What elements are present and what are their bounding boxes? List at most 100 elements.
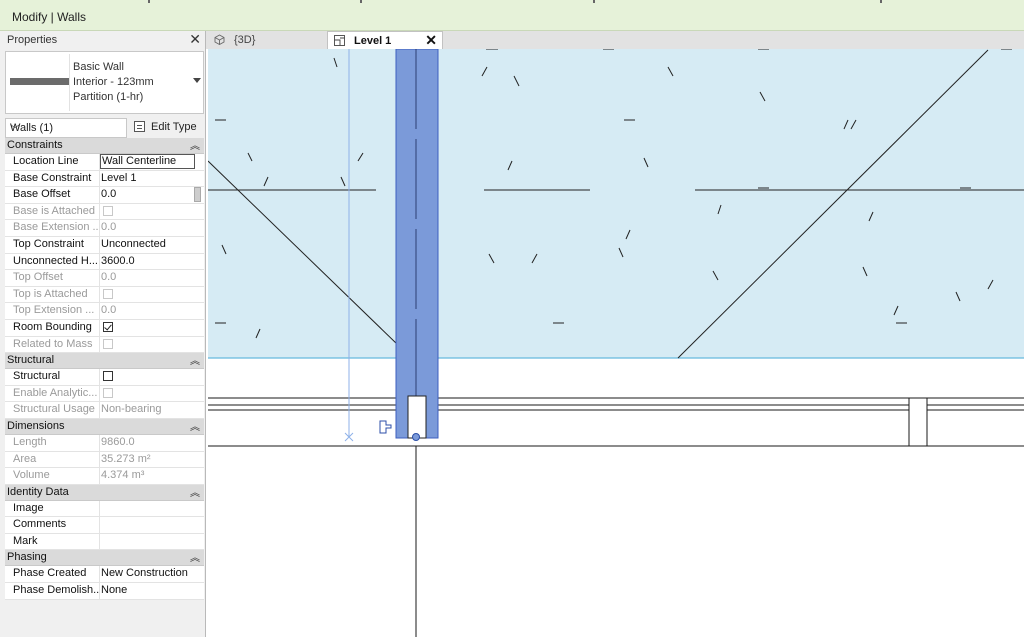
property-value: Non-bearing [101,403,162,416]
property-row[interactable]: Phase Created New Construction [5,566,204,584]
property-name: Area [13,452,37,465]
property-row[interactable]: Mark [5,533,204,551]
property-value[interactable]: None [101,584,197,596]
property-name: Top Extension ... [13,304,95,317]
property-row[interactable]: Unconnected H... 3600.0 [5,253,204,271]
property-value: 0.0 [101,271,117,284]
property-checkbox [103,288,113,299]
property-name: Top Offset [13,271,63,284]
section-title: Phasing [7,551,47,564]
3d-view-icon [214,34,225,45]
door-opening[interactable] [407,395,427,439]
property-value: 4.374 m³ [101,469,145,482]
property-row[interactable]: Base Offset 0.0 [5,187,204,204]
wall-end-grip[interactable] [412,433,420,441]
property-name: Volume [13,469,50,482]
wall-lines [208,397,1024,637]
property-name: Related to Mass [13,337,93,350]
property-value[interactable]: Wall Centerline [100,154,195,169]
flip-control-icon[interactable] [379,420,392,434]
properties-title: Properties [7,34,58,46]
property-name: Structural [13,370,61,383]
property-name: Phase Created [13,567,87,580]
property-name: Top Constraint [13,237,84,250]
type-description: Partition (1-hr) [73,91,144,103]
property-row: Volume 4.374 m³ [5,468,204,485]
property-name: Structural Usage [13,403,95,416]
floor-plan-icon [334,35,345,46]
close-icon[interactable]: ✕ [189,31,201,48]
room-fill [208,49,1024,358]
property-name: Enable Analytic... [13,386,98,399]
property-row: Related to Mass [5,336,204,354]
section-title: Constraints [7,139,63,151]
section-dimensions[interactable]: Dimensions ︽ [5,418,204,435]
property-value[interactable]: 3600.0 [101,255,197,267]
property-row[interactable]: Base Constraint Level 1 [5,170,204,188]
property-row: Top is Attached [5,286,204,304]
floor-plan-canvas[interactable] [208,49,1024,637]
property-value[interactable]: New Construction [101,567,197,579]
edit-type-icon [134,121,145,132]
property-row: Area 35.273 m² [5,451,204,469]
section-title: Identity Data [7,485,69,498]
edit-type-label: Edit Type [151,121,197,133]
section-identity-data[interactable]: Identity Data ︽ [5,484,204,501]
collapse-chevron-icon[interactable]: ︽ [190,484,200,499]
ribbon-tick-mark [880,0,882,3]
drawing-area[interactable] [208,49,1024,637]
ribbon-context-bar: Modify | Walls [0,0,1024,31]
property-checkbox[interactable] [103,321,113,332]
wall-type-preview-icon [9,54,70,111]
property-value: 0.0 [101,304,117,317]
properties-scrollbar-thumb[interactable] [194,187,201,202]
collapse-chevron-icon[interactable]: ︽ [190,549,200,564]
ribbon-tick-mark [593,0,595,3]
property-row[interactable]: Phase Demolish... None [5,583,204,600]
property-checkbox[interactable] [103,371,113,382]
edit-type-button[interactable]: Edit Type [130,118,204,138]
section-structural[interactable]: Structural ︽ [5,352,204,370]
tab-label: Level 1 [354,35,392,47]
tab-label: {3D} [234,34,256,46]
property-name: Base Offset [13,188,71,201]
property-value: 9860.0 [101,435,135,448]
section-phasing[interactable]: Phasing ︽ [5,549,204,567]
selected-wall[interactable] [395,49,439,439]
properties-filter-row: Walls (1) ﹀ Edit Type [5,118,204,138]
property-value[interactable]: Level 1 [101,172,197,184]
collapse-chevron-icon[interactable]: ︽ [190,352,200,367]
section-title: Structural [7,354,55,367]
collapse-chevron-icon[interactable]: ︽ [190,418,200,433]
tab-level-1[interactable]: Level 1 ✕ [327,31,443,49]
property-row[interactable]: Structural [5,369,204,386]
type-selector[interactable]: Basic Wall Interior - 123mm Partition (1… [5,51,204,114]
properties-palette: Properties ✕ Basic Wall Interior - 123mm… [0,31,206,637]
property-row[interactable]: Top Constraint Unconnected [5,236,204,254]
dropdown-arrow-icon[interactable] [193,78,201,83]
property-name: Length [13,435,47,448]
property-row[interactable]: Room Bounding [5,319,204,337]
property-name: Base Constraint [13,171,92,184]
property-row[interactable]: Image [5,500,204,518]
property-row[interactable]: Location Line Wall Centerline [5,154,204,171]
property-name: Mark [13,534,38,547]
tab-3d-view[interactable]: {3D} [208,31,326,49]
property-name: Unconnected H... [13,254,98,267]
property-name: Phase Demolish... [13,584,99,597]
property-checkbox [103,338,113,349]
properties-header: Properties ✕ [0,31,205,49]
property-row: Top Offset 0.0 [5,270,204,287]
collapse-chevron-icon[interactable]: ︽ [190,137,200,152]
property-name: Top is Attached [13,287,88,300]
instance-filter-dropdown[interactable]: Walls (1) ﹀ [5,118,127,138]
property-checkbox [103,387,113,398]
property-value[interactable]: 0.0 [101,188,197,200]
close-icon[interactable]: ✕ [425,32,437,49]
property-row: Enable Analytic... [5,385,204,403]
section-constraints[interactable]: Constraints ︽ [5,138,204,154]
property-row[interactable]: Comments [5,517,204,534]
property-value[interactable]: Unconnected [101,238,197,250]
property-row: Base Extension ... 0.0 [5,220,204,237]
property-value: 0.0 [101,221,117,234]
